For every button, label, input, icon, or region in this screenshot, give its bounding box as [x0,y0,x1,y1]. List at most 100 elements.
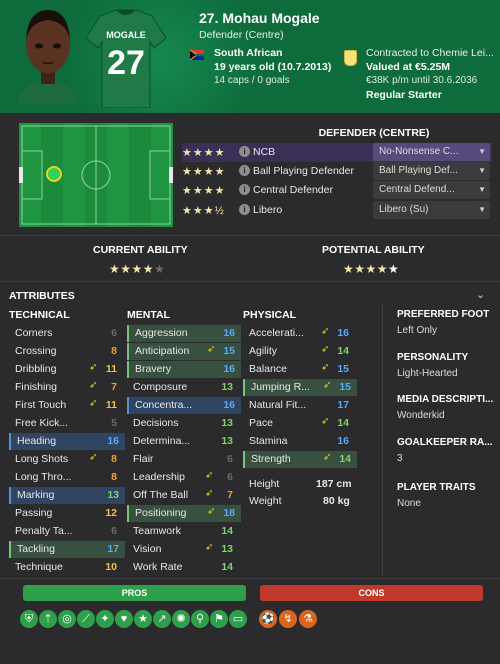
attribute-row[interactable]: Tackling 17 [9,541,125,558]
attribute-name: Composure [133,381,188,393]
attribute-row[interactable]: Stamina 16 [243,433,355,450]
player-traits-label: PLAYER TRAITS [397,482,476,493]
physical-icon[interactable]: ▭ [229,610,247,628]
attribute-row[interactable]: Anticipation ➶ 15 [127,343,241,360]
attribute-name: Vision [133,543,162,555]
attribute-row[interactable]: Aggression 16 [127,325,241,342]
divider [0,578,500,579]
attribute-row[interactable]: Agility ➶ 14 [243,343,355,360]
positioning-icon[interactable]: ⚲ [191,610,209,628]
attribute-value: 16 [223,327,235,339]
attribute-value: 17 [337,399,349,411]
attribute-value: 8 [111,345,117,357]
attribute-row[interactable]: Free Kick... 5 [9,415,123,432]
contract-info[interactable]: Contracted to Chemie Lei... [366,47,494,59]
aerial-icon[interactable]: ⇡ [39,610,57,628]
attribute-name: Corners [15,327,53,339]
info-icon[interactable]: i [239,184,250,195]
attribute-row[interactable]: Accelerati... ➶ 16 [243,325,355,342]
info-icon[interactable]: i [239,165,250,176]
position-pitch[interactable] [19,123,173,227]
attribute-row[interactable]: Decisions 13 [127,415,239,432]
setpiece-icon[interactable]: ⚗ [299,610,317,628]
attribute-name: Positioning [135,507,187,519]
attribute-value: 14 [339,453,351,465]
preferred-foot-value: Left Only [397,325,438,336]
attribute-row[interactable]: Bravery 16 [127,361,241,378]
attribute-value: 10 [105,561,117,573]
flag-icon[interactable]: ⚑ [210,610,228,628]
attribute-row[interactable]: Balance ➶ 15 [243,361,355,378]
attribute-row[interactable]: Pace ➶ 14 [243,415,355,432]
attribute-row[interactable]: Jumping R... ➶ 15 [243,379,357,396]
tackle-icon[interactable]: ⟋ [77,610,95,628]
attribute-row[interactable]: Heading 16 [9,433,125,450]
potential-ability-stars: ★★★★★ [343,262,400,276]
attribute-row[interactable]: Technique 10 [9,559,123,576]
player-position: Defender (Centre) [199,29,284,41]
attribute-row[interactable]: Finishing ➶ 7 [9,379,123,396]
attribute-row[interactable]: Flair 6 [127,451,239,468]
attribute-row[interactable]: Determina... 13 [127,433,239,450]
attribute-row[interactable]: Off The Ball ➶ 7 [127,487,239,504]
role-stars: ★★★½ [182,205,225,217]
finishing-icon[interactable]: ⚽ [259,610,277,628]
role-duty-dropdown[interactable]: Ball Playing Def... ▼ [373,162,490,180]
international-caps: 14 caps / 0 goals [214,75,290,86]
attribute-row[interactable]: Teamwork 14 [127,523,239,540]
attribute-row[interactable]: Concentra... 16 [127,397,241,414]
attribute-name: Strength [251,453,291,465]
role-stars: ★★★★ [182,147,226,159]
info-icon[interactable]: i [239,146,250,157]
attributes-header: ATTRIBUTES [9,290,75,302]
bravery-icon[interactable]: ♥ [115,610,133,628]
attribute-name: Determina... [133,435,191,447]
attribute-row[interactable]: First Touch ➶ 11 [9,397,123,414]
role-row-ncb[interactable]: ★★★★ i NCB No-Nonsense C... ▼ [182,143,492,162]
attribute-name: Technique [15,561,63,573]
attribute-row[interactable]: Marking 13 [9,487,125,504]
attribute-row[interactable]: Positioning ➶ 18 [127,505,241,522]
role-row-bpd[interactable]: ★★★★ i Ball Playing Defender Ball Playin… [182,162,492,181]
club-badge-icon[interactable] [344,50,357,66]
chevron-down-icon[interactable]: ⌄ [476,288,485,301]
focus-icon[interactable]: ◎ [58,610,76,628]
attribute-row[interactable]: Strength ➶ 14 [243,451,357,468]
defending-icon[interactable]: ⛨ [20,610,38,628]
role-row-cd[interactable]: ★★★★ i Central Defender Central Defend..… [182,181,492,200]
role-duty-dropdown[interactable]: No-Nonsense C... ▼ [373,143,490,161]
attribute-row[interactable]: Long Thro... 8 [9,469,123,486]
attribute-row[interactable]: Natural Fit... 17 [243,397,355,414]
attribute-row[interactable]: Composure 13 [127,379,239,396]
mental-icon[interactable]: ✺ [172,610,190,628]
info-icon[interactable]: i [239,204,250,215]
role-duty-dropdown[interactable]: Libero (Su) ▼ [373,201,490,219]
attribute-row[interactable]: Crossing 8 [9,343,123,360]
attribute-row[interactable]: Work Rate 14 [127,559,239,576]
physical-header: PHYSICAL [243,309,297,321]
star-icon[interactable]: ★ [134,610,152,628]
role-name: Central Defender [253,184,333,196]
attribute-row[interactable]: Penalty Ta... 6 [9,523,123,540]
training-arrow-icon: ➶ [89,398,98,409]
position-marker-dc[interactable] [46,166,62,182]
attribute-value: 15 [339,381,351,393]
player-header: MOGALE 27 27. Mohau Mogale Defender (Cen… [0,0,500,113]
crossing-icon[interactable]: ↯ [279,610,297,628]
attribute-value: 8 [111,453,117,465]
attribute-row[interactable]: Corners 6 [9,325,123,342]
personality-label: PERSONALITY [397,352,469,363]
attribute-row[interactable]: Passing 12 [9,505,123,522]
attribute-row[interactable]: Vision ➶ 13 [127,541,239,558]
nationality[interactable]: South African [214,47,282,59]
growth-icon[interactable]: ↗ [153,610,171,628]
attribute-row[interactable]: Dribbling ➶ 11 [9,361,123,378]
training-arrow-icon: ➶ [321,344,330,355]
role-duty-dropdown[interactable]: Central Defend... ▼ [373,181,490,199]
positions-header: DEFENDER (CENTRE) [318,127,430,139]
attribute-value: 13 [221,435,233,447]
attribute-row[interactable]: Long Shots ➶ 8 [9,451,123,468]
attribute-row[interactable]: Leadership ➶ 6 [127,469,239,486]
role-row-libero[interactable]: ★★★½ i Libero Libero (Su) ▼ [182,201,492,220]
anticipation-icon[interactable]: ✦ [96,610,114,628]
